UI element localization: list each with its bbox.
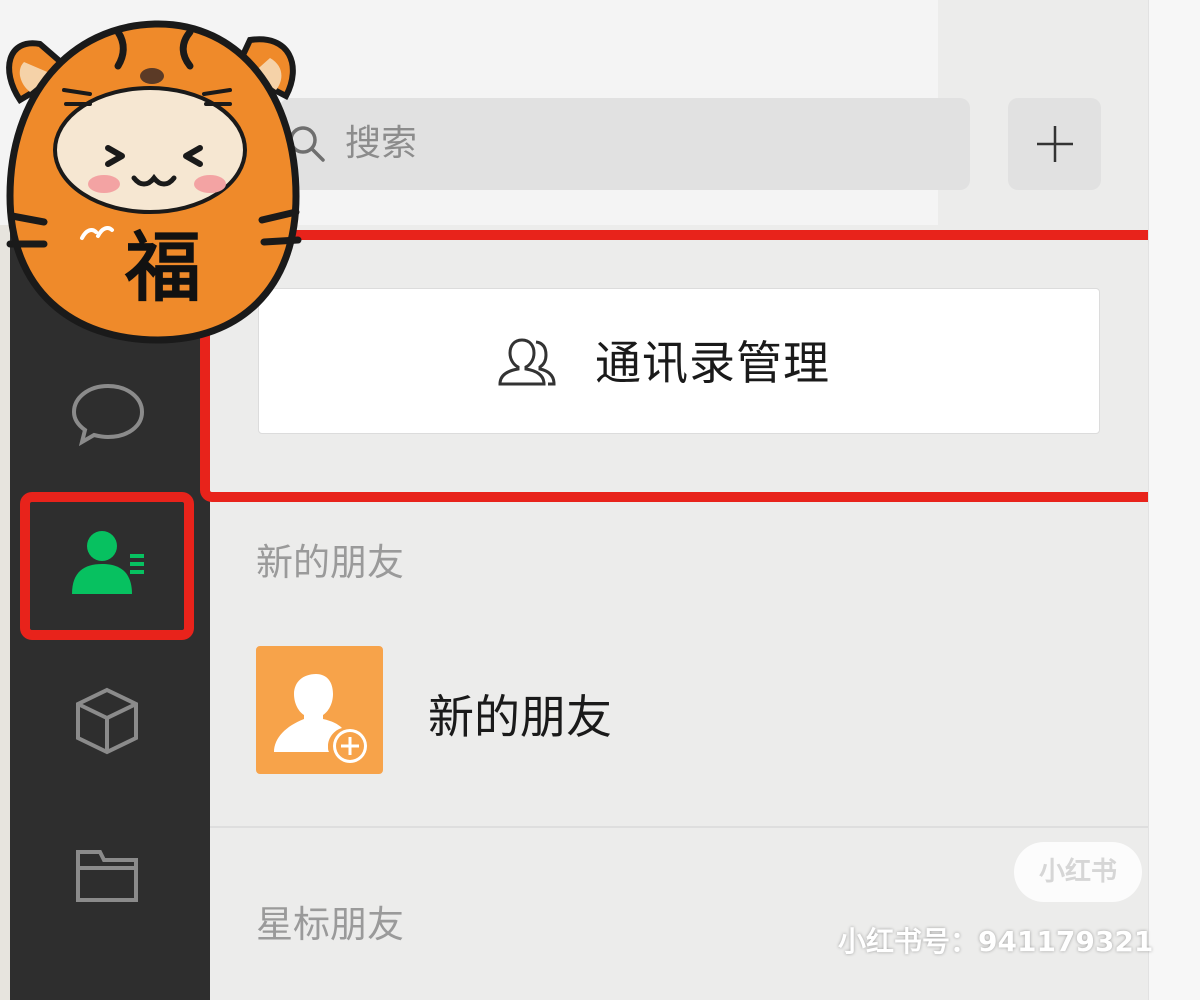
- watermark-id: 小红书号：941179321: [838, 925, 1154, 958]
- contacts-highlight-box: [20, 492, 194, 640]
- add-button[interactable]: [1008, 98, 1101, 190]
- tiger-sticker: 福: [0, 0, 320, 350]
- add-friend-icon: [256, 646, 383, 774]
- watermark-logo: 小红书: [1014, 842, 1142, 902]
- sticker-fu-character: 福: [125, 223, 201, 312]
- folder-icon[interactable]: [74, 846, 140, 904]
- cube-icon[interactable]: [72, 686, 142, 756]
- manage-highlight-box: [200, 230, 1162, 502]
- section-header-starred: 星标朋友: [256, 903, 404, 946]
- contact-name: 新的朋友: [428, 690, 612, 744]
- chat-icon[interactable]: [70, 382, 146, 446]
- chat-area-edge: [1148, 0, 1200, 1000]
- section-header-new-friends: 新的朋友: [256, 541, 404, 584]
- search-placeholder: 搜索: [345, 123, 418, 164]
- plus-icon: [1036, 126, 1073, 162]
- list-divider: [210, 826, 1148, 828]
